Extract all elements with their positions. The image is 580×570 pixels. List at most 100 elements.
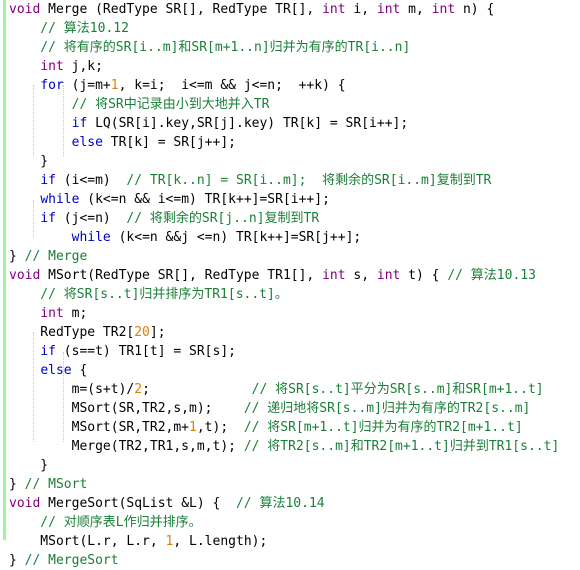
code-line[interactable]: // 将SR中记录由小到大地并入TR <box>0 95 580 114</box>
code-line[interactable]: m=(s+t)/2; // 将SR[s..t]平分为SR[s..m]和SR[m+… <box>0 380 580 399</box>
code-token: n) { <box>455 2 495 17</box>
code-token: t) { <box>400 268 448 283</box>
code-token: } <box>9 477 25 492</box>
code-token: , L.length); <box>173 534 268 549</box>
code-line[interactable]: } // MSort <box>0 475 580 494</box>
code-line[interactable]: void MSort(RedType SR[], RedType TR1[], … <box>0 266 580 285</box>
code-line[interactable]: } <box>0 152 580 171</box>
indent-guide <box>33 85 34 157</box>
code-token: // 将SR[m+1..t]归并为有序的TR2[m+1..t] <box>243 420 523 435</box>
code-line[interactable]: void MergeSort(SqList &L) { // 算法10.14 <box>0 494 580 513</box>
code-line[interactable]: if (s==t) TR1[t] = SR[s]; <box>0 342 580 361</box>
code-line[interactable]: MSort(SR,TR2,m+1,t); // 将SR[m+1..t]归并为有序… <box>0 418 580 437</box>
code-line[interactable]: int j,k; <box>0 57 580 76</box>
code-token: for <box>40 78 64 93</box>
code-token: m, <box>400 2 432 17</box>
code-line[interactable]: } <box>0 456 580 475</box>
code-token: // MergeSort <box>24 553 119 568</box>
code-line[interactable]: MSort(L.r, L.r, 1, L.length); <box>0 532 580 551</box>
code-token: int <box>40 306 64 321</box>
code-token: MSort(RedType SR[], RedType TR1[], <box>40 268 323 283</box>
code-token: MSort(L.r, L.r, <box>9 534 166 549</box>
code-token: if <box>40 173 56 188</box>
code-token: } <box>9 458 49 473</box>
code-token: (j=m+ <box>63 78 111 93</box>
code-token: LQ(SR[i].key,SR[j].key) TR[k] = SR[i++]; <box>87 116 409 131</box>
code-token: // 对顺序表L作归并排序。 <box>9 515 202 530</box>
code-token: } <box>9 249 25 264</box>
code-token: , k=i; i<=m && j<=n; ++k) { <box>118 78 346 93</box>
code-token: (j<=n) <box>55 211 127 226</box>
code-line[interactable]: while (k<=n && i<=m) TR[k++]=SR[i++]; <box>0 190 580 209</box>
code-content[interactable]: void Merge (RedType SR[], RedType TR[], … <box>0 0 580 570</box>
code-token: int <box>376 2 401 17</box>
code-token: (k<=n &&j <=n) TR[k++]=SR[j++]; <box>110 230 362 245</box>
code-token: MSort(SR,TR2,m+ <box>9 420 190 435</box>
code-token: // 算法10.14 <box>235 496 325 511</box>
code-line[interactable]: // 将有序的SR[i..m]和SR[m+1..n]归并为有序的TR[i..n] <box>0 38 580 57</box>
code-token: RedType TR2[ <box>9 325 135 340</box>
code-token: 1 <box>110 78 119 93</box>
code-line[interactable]: Merge(TR2,TR1,s,m,t); // 将TR2[s..m]和TR2[… <box>0 437 580 456</box>
code-line[interactable]: else { <box>0 361 580 380</box>
code-token: MSort(SR,TR2,s,m); <box>9 401 244 416</box>
code-token: m=(s+t)/ <box>9 382 135 397</box>
code-token: else <box>71 135 103 150</box>
code-line[interactable]: } // MergeSort <box>0 551 580 570</box>
code-token: 2 <box>134 382 143 397</box>
code-token: // MSort <box>24 477 88 492</box>
code-token: // 递归地将SR[s..m]归并为有序的TR2[s..m] <box>243 401 531 416</box>
code-line[interactable]: // 算法10.12 <box>0 19 580 38</box>
indent-guide <box>33 200 34 238</box>
code-line[interactable]: if (j<=n) // 将剩余的SR[j..n]复制到TR <box>0 209 580 228</box>
code-line[interactable]: void Merge (RedType SR[], RedType TR[], … <box>0 0 580 19</box>
code-token: while <box>71 230 111 245</box>
code-token: // 算法10.12 <box>9 21 129 36</box>
code-token: if <box>71 116 88 131</box>
code-token: if <box>40 211 56 226</box>
code-token: // 将SR中记录由小到大地并入TR <box>9 97 270 112</box>
code-token: } <box>9 553 25 568</box>
code-token: Merge (RedType SR[], RedType TR[], <box>40 2 323 17</box>
code-token: { <box>71 363 88 378</box>
code-line[interactable]: while (k<=n &&j <=n) TR[k++]=SR[j++]; <box>0 228 580 247</box>
indent-guide <box>33 332 34 442</box>
code-line[interactable]: for (j=m+1, k=i; i<=m && j<=n; ++k) { <box>0 76 580 95</box>
code-line[interactable]: // 将SR[s..t]归并排序为TR1[s..t]。 <box>0 285 580 304</box>
code-line[interactable]: if (i<=m) // TR[k..n] = SR[i..m]; 将剩余的SR… <box>0 171 580 190</box>
code-token: Merge(TR2,TR1,s,m,t); <box>9 439 244 454</box>
code-editor[interactable]: void Merge (RedType SR[], RedType TR[], … <box>0 0 580 568</box>
code-line[interactable]: } // Merge <box>0 247 580 266</box>
code-line[interactable]: MSort(SR,TR2,s,m); // 递归地将SR[s..m]归并为有序的… <box>0 399 580 418</box>
code-token: // 将TR2[s..m]和TR2[m+1..t]归并到TR1[s..t] <box>243 439 560 454</box>
code-token: else <box>40 363 72 378</box>
code-token: if <box>40 344 56 359</box>
code-line[interactable]: // 对顺序表L作归并排序。 <box>0 513 580 532</box>
code-token: j,k; <box>63 59 103 74</box>
code-line[interactable]: if LQ(SR[i].key,SR[j].key) TR[k] = SR[i+… <box>0 114 580 133</box>
code-line[interactable]: else TR[k] = SR[j++]; <box>0 133 580 152</box>
code-token: // Merge <box>24 249 88 264</box>
code-token: while <box>40 192 80 207</box>
code-token: // 将SR[s..t]平分为SR[s..m]和SR[m+1..t] <box>251 382 544 397</box>
indent-guide <box>63 352 64 442</box>
code-token: (k<=n && i<=m) TR[k++]=SR[i++]; <box>79 192 330 207</box>
code-token: int <box>376 268 401 283</box>
code-token: int <box>322 2 346 17</box>
code-token: TR[k] = SR[j++]; <box>102 135 236 150</box>
code-token: 1 <box>189 420 197 435</box>
code-token: void <box>9 496 41 511</box>
code-line[interactable]: RedType TR2[20]; <box>0 323 580 342</box>
code-token: i, <box>345 2 377 17</box>
code-token: m; <box>63 306 88 321</box>
code-token: s, <box>345 268 377 283</box>
code-token: void <box>9 2 41 17</box>
code-line[interactable]: int m; <box>0 304 580 323</box>
